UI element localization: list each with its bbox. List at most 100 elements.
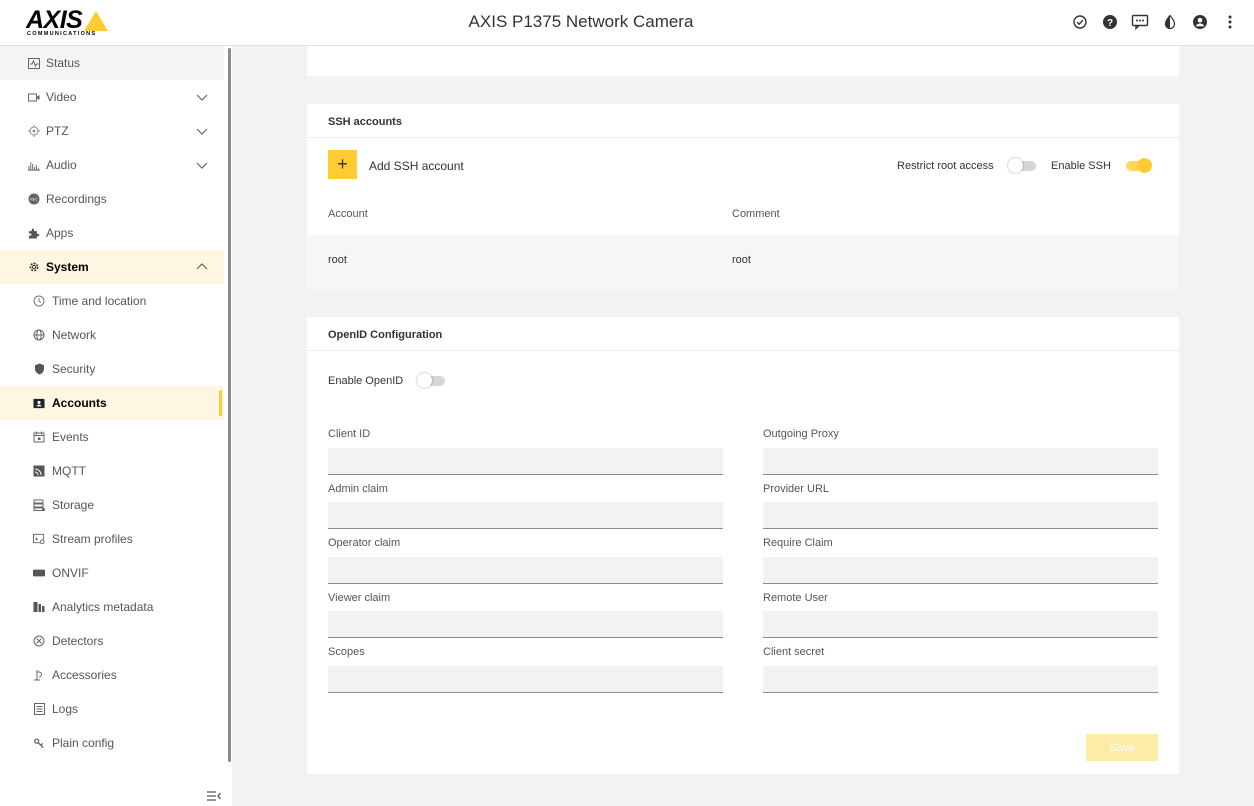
sidebar-item-mqtt[interactable]: MQTT	[0, 454, 224, 488]
add-ssh-account-button[interactable]: +	[328, 150, 357, 179]
require-claim-label: Require Claim	[763, 537, 833, 549]
provider-url-label: Provider URL	[763, 483, 830, 495]
sidebar-item-label: Recordings	[46, 192, 107, 206]
comment-cell: root	[732, 254, 751, 266]
outgoing-proxy-label: Outgoing Proxy	[763, 428, 839, 440]
column-header-account[interactable]: Account	[328, 208, 368, 220]
add-ssh-account-label[interactable]: Add SSH account	[369, 159, 464, 173]
settings-check-icon[interactable]	[1070, 11, 1090, 33]
sidebar-item-events[interactable]: Events	[0, 420, 224, 454]
require-claim-field[interactable]	[763, 557, 1158, 584]
analytics-icon	[33, 601, 45, 613]
sidebar-item-accounts[interactable]: Accounts	[0, 386, 224, 420]
enable-ssh-toggle[interactable]	[1122, 158, 1152, 173]
sidebar-item-label: Accessories	[52, 668, 117, 682]
restrict-root-access-toggle[interactable]	[1008, 158, 1038, 173]
sidebar-item-label: Logs	[52, 702, 79, 716]
sidebar-item-accessories[interactable]: Accessories	[0, 658, 224, 692]
sidebar-item-label: Network	[52, 328, 97, 342]
more-icon[interactable]	[1220, 11, 1240, 33]
sidebar-item-apps[interactable]: Apps	[0, 216, 224, 250]
sidebar-item-onvif[interactable]: ONVIF	[0, 556, 224, 590]
viewer-claim-field[interactable]	[328, 611, 723, 638]
chevron-down-icon[interactable]	[196, 160, 208, 170]
header-actions: ?	[1070, 11, 1240, 33]
restrict-root-access-label: Restrict root access	[897, 160, 994, 172]
sidebar-item-analytics-metadata[interactable]: Analytics metadata	[0, 590, 224, 624]
client-id-field[interactable]	[328, 448, 723, 475]
plus-icon: +	[337, 154, 348, 174]
ssh-accounts-card: SSH accounts + Add SSH account Restrict …	[307, 104, 1179, 290]
toggle-knob	[1008, 158, 1023, 173]
sidebar-item-label: Status	[46, 56, 81, 70]
sidebar-item-system[interactable]: System	[0, 250, 224, 284]
sidebar-item-time-and-location[interactable]: Time and location	[0, 284, 224, 318]
sidebar-item-storage[interactable]: Storage	[0, 488, 224, 522]
audio-icon	[28, 159, 40, 171]
chevron-down-icon[interactable]	[196, 126, 208, 136]
time-icon	[33, 295, 45, 307]
sidebar-item-label: PTZ	[46, 124, 69, 138]
logs-icon	[33, 703, 45, 715]
scopes-field[interactable]	[328, 666, 723, 693]
remote-user-field[interactable]	[763, 611, 1158, 638]
sidebar-item-detectors[interactable]: Detectors	[0, 624, 224, 658]
sidebar-item-label: Accounts	[52, 396, 107, 410]
active-indicator	[219, 390, 222, 416]
sidebar-item-label: Stream profiles	[52, 532, 133, 546]
sidebar-item-security[interactable]: Security	[0, 352, 224, 386]
accounts-icon	[33, 397, 45, 409]
table-row[interactable]: root root	[307, 235, 1179, 290]
network-icon	[33, 329, 45, 341]
enable-ssh-label: Enable SSH	[1051, 160, 1111, 172]
video-icon	[28, 91, 40, 103]
section-title: SSH accounts	[328, 116, 402, 128]
sidebar-item-stream-profiles[interactable]: Stream profiles	[0, 522, 224, 556]
sidebar-item-plain-config[interactable]: Plain config	[0, 726, 224, 760]
client-secret-field[interactable]	[763, 666, 1158, 693]
client-id-label: Client ID	[328, 428, 371, 440]
collapse-sidebar-icon[interactable]	[206, 790, 222, 805]
sidebar-item-label: MQTT	[52, 464, 86, 478]
sidebar-item-recordings[interactable]: REC Recordings	[0, 182, 224, 216]
viewer-claim-label: Viewer claim	[328, 592, 391, 604]
admin-claim-field[interactable]	[328, 502, 723, 529]
column-header-comment[interactable]: Comment	[732, 208, 780, 220]
top-bar: AXIS COMMUNICATIONS AXIS P1375 Network C…	[0, 0, 1254, 46]
accessories-icon	[33, 669, 45, 681]
events-icon	[33, 431, 45, 443]
provider-url-field[interactable]	[763, 502, 1158, 529]
sidebar: Status Video PTZ Audio REC Recordings Ap…	[0, 46, 232, 806]
svg-text:REC: REC	[30, 198, 38, 202]
onvif-icon	[33, 567, 45, 579]
remote-user-label: Remote User	[763, 592, 828, 604]
help-icon[interactable]: ?	[1100, 11, 1120, 33]
enable-openid-toggle[interactable]	[417, 373, 447, 388]
sidebar-item-video[interactable]: Video	[0, 80, 224, 114]
account-icon[interactable]	[1190, 11, 1210, 33]
enable-openid-label: Enable OpenID	[328, 375, 404, 387]
sidebar-item-audio[interactable]: Audio	[0, 148, 224, 182]
sidebar-item-status[interactable]: Status	[0, 46, 224, 80]
previous-section-card	[307, 46, 1179, 76]
chevron-up-icon[interactable]	[196, 262, 208, 272]
save-button[interactable]: Save	[1086, 734, 1158, 761]
sidebar-item-ptz[interactable]: PTZ	[0, 114, 224, 148]
sidebar-item-logs[interactable]: Logs	[0, 692, 224, 726]
contrast-icon[interactable]	[1160, 11, 1180, 33]
sidebar-scrollbar[interactable]	[228, 48, 231, 762]
client-secret-label: Client secret	[763, 646, 825, 658]
chevron-down-icon[interactable]	[196, 92, 208, 102]
system-icon	[28, 261, 40, 273]
operator-claim-field[interactable]	[328, 557, 723, 584]
openid-configuration-card: OpenID Configuration Enable OpenID Clien…	[307, 317, 1179, 774]
toggle-knob	[1137, 158, 1152, 173]
stream-profiles-icon	[33, 533, 45, 545]
outgoing-proxy-field[interactable]	[763, 448, 1158, 475]
sidebar-item-label: System	[46, 260, 89, 274]
feedback-icon[interactable]	[1130, 11, 1150, 33]
shield-icon	[33, 363, 45, 375]
svg-text:?: ?	[1107, 18, 1113, 29]
sidebar-item-network[interactable]: Network	[0, 318, 224, 352]
operator-claim-label: Operator claim	[328, 537, 401, 549]
